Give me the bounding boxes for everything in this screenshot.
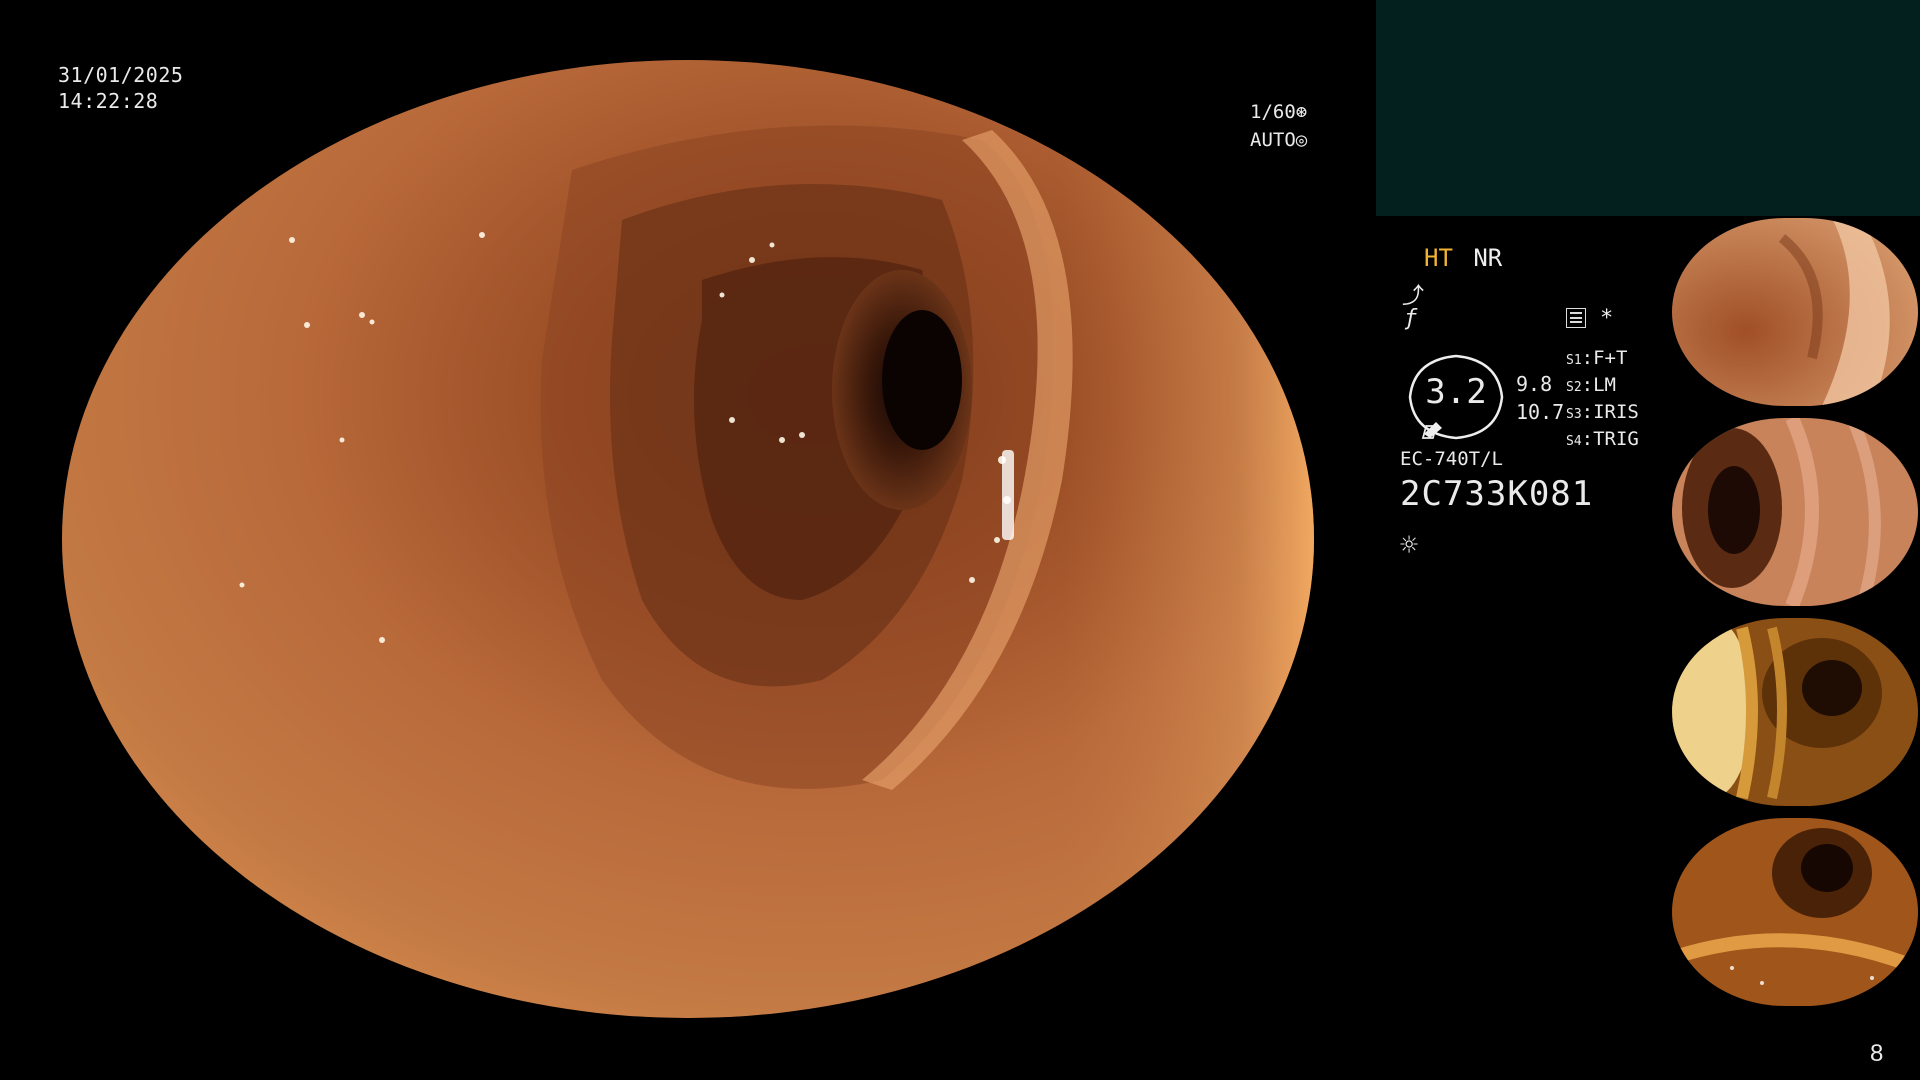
iris-icon: ◎ bbox=[1295, 129, 1308, 151]
date-time-block: 31/01/2025 14:22:28 bbox=[58, 62, 183, 114]
shutter-icon: ⊛ bbox=[1295, 101, 1308, 123]
capture-thumbnail-4[interactable] bbox=[1672, 818, 1918, 1006]
capture-thumbnail-1[interactable] bbox=[1672, 218, 1918, 406]
gauge-value: 3.2 bbox=[1425, 372, 1487, 412]
side-value-1: 9.8 bbox=[1516, 372, 1553, 396]
switch-key: S4 bbox=[1566, 434, 1582, 449]
switch-value: F+T bbox=[1593, 347, 1628, 369]
info-header-band bbox=[1376, 0, 1920, 216]
side-values: 9.8 10.7 bbox=[1516, 370, 1564, 426]
scope-model: EC-740T/L bbox=[1400, 448, 1503, 470]
memory-icon bbox=[1566, 308, 1586, 328]
side-value-2: 10.7 bbox=[1516, 400, 1565, 424]
nr-indicator: NR bbox=[1473, 244, 1503, 272]
shutter-label: 1/60 bbox=[1250, 101, 1296, 123]
date-label: 31/01/2025 bbox=[58, 63, 184, 87]
switch-row: S3:IRIS bbox=[1566, 401, 1639, 423]
switch-key: S2 bbox=[1566, 380, 1582, 395]
iris-mode-label: AUTO bbox=[1250, 129, 1296, 151]
exposure-block: 1/60⊛ AUTO◎ bbox=[1250, 98, 1320, 154]
shutter-row: 1/60⊛ bbox=[1250, 98, 1320, 126]
page-number: 8 bbox=[1870, 1040, 1884, 1067]
iris-row: AUTO◎ bbox=[1250, 126, 1320, 154]
switch-value: IRIS bbox=[1593, 401, 1639, 423]
switch-row: S2:LM bbox=[1566, 374, 1616, 396]
switch-value: LM bbox=[1593, 374, 1616, 396]
capture-thumbnail-2[interactable] bbox=[1672, 418, 1918, 606]
switch-value: TRIG bbox=[1593, 428, 1639, 450]
asterisk-label: * bbox=[1600, 306, 1614, 331]
frequency-icon: ƒ bbox=[1404, 306, 1418, 331]
switch-key: S1 bbox=[1566, 353, 1582, 368]
switch-key: S3 bbox=[1566, 407, 1582, 422]
light-icon: ☼ bbox=[1400, 528, 1419, 563]
switch-list: S1:F+T S2:LM S3:IRIS S4:TRIG bbox=[1566, 346, 1639, 454]
mode-indicators: HT NR bbox=[1424, 244, 1502, 272]
scope-serial: 2C733K081 bbox=[1400, 474, 1594, 514]
magnification-gauge: 3.2 bbox=[1400, 352, 1512, 442]
capture-thumbnail-3[interactable] bbox=[1672, 618, 1918, 806]
switch-row: S1:F+T bbox=[1566, 347, 1628, 369]
ht-indicator: HT bbox=[1424, 244, 1453, 272]
switch-row: S4:TRIG bbox=[1566, 428, 1639, 450]
endoscope-main-view bbox=[62, 60, 1314, 1018]
time-label: 14:22:28 bbox=[58, 89, 159, 113]
